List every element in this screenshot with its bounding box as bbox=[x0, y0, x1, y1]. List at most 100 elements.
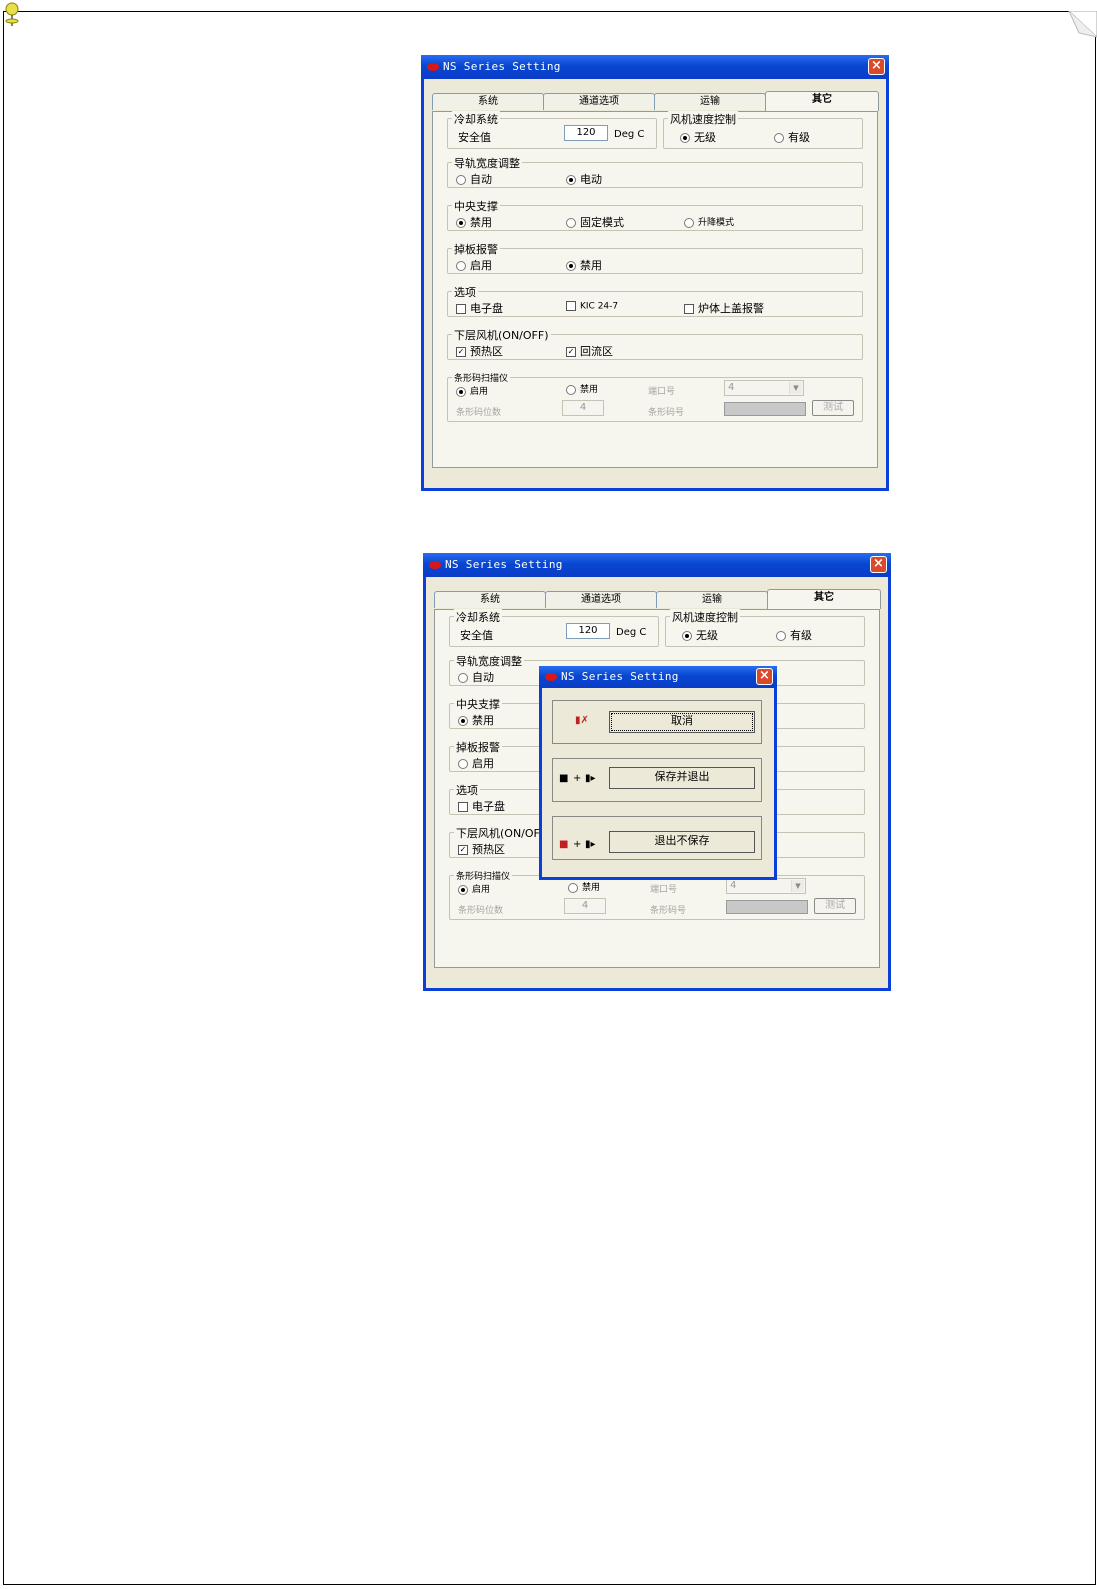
center-disabled-radio[interactable]: 禁用 bbox=[458, 712, 494, 728]
tab-strip: 系统 通道选项 运输 其它 bbox=[432, 91, 879, 111]
digits-input[interactable]: 4 bbox=[562, 400, 604, 416]
tab-transport[interactable]: 运输 bbox=[656, 591, 768, 608]
plus-label: + bbox=[573, 773, 582, 784]
rail-width-title: 导轨宽度调整 bbox=[452, 155, 522, 171]
title-bar[interactable]: NS Series Setting × bbox=[421, 55, 889, 79]
exit-dialog: NS Series Setting × ▮✗ 取消 ■ + ▮▸ 保存并退出 ■… bbox=[539, 666, 777, 880]
close-button[interactable]: × bbox=[868, 58, 885, 75]
close-button[interactable]: × bbox=[870, 556, 887, 573]
rail-electric-radio[interactable]: 电动 bbox=[566, 171, 602, 187]
unit-label: Deg C bbox=[614, 129, 645, 140]
center-lift-radio[interactable]: 升降模式 bbox=[684, 215, 734, 228]
dialog-client: ▮✗ 取消 ■ + ▮▸ 保存并退出 ■ + ▮▸ 退出不保存 bbox=[542, 688, 774, 877]
port-label: 端口号 bbox=[648, 387, 676, 397]
save-exit-button[interactable]: 保存并退出 bbox=[609, 767, 755, 789]
center-fixed-radio[interactable]: 固定模式 bbox=[566, 214, 624, 230]
barcode-enable-radio[interactable]: 启用 bbox=[456, 384, 488, 397]
digits-label: 条形码位数 bbox=[458, 906, 504, 916]
cooling-group: 冷却系统 安全值 120 Deg C bbox=[449, 609, 659, 647]
fan-stepless-radio[interactable]: 无级 bbox=[680, 129, 716, 145]
edisk-checkbox[interactable]: 电子盘 bbox=[458, 798, 505, 814]
tab-channel-options[interactable]: 通道选项 bbox=[545, 591, 657, 608]
exit-nosave-button[interactable]: 退出不保存 bbox=[609, 831, 755, 853]
dropdown-arrow-icon: ▼ bbox=[789, 382, 802, 394]
dropdown-arrow-icon: ▼ bbox=[791, 880, 804, 892]
cooling-title: 冷却系统 bbox=[452, 111, 500, 127]
options-title: 选项 bbox=[454, 782, 480, 798]
fan-stepped-radio[interactable]: 有级 bbox=[776, 627, 812, 643]
center-support-title: 中央支撑 bbox=[452, 198, 500, 214]
lower-fan-group: 下层风机(ON/OFF) ✓ 预热区 ✓ 回流区 bbox=[447, 327, 863, 360]
fan-stepped-radio[interactable]: 有级 bbox=[774, 129, 810, 145]
edisk-checkbox[interactable]: 电子盘 bbox=[456, 300, 503, 316]
lower-fan-title: 下层风机(ON/OF bbox=[454, 825, 542, 841]
page-fold-icon bbox=[1068, 11, 1097, 38]
port-select[interactable]: 4 ▼ bbox=[724, 380, 804, 396]
unit-label: Deg C bbox=[616, 627, 647, 638]
drop-enable-radio[interactable]: 启用 bbox=[456, 257, 492, 273]
center-support-group: 中央支撑 禁用 固定模式 升降模式 bbox=[447, 198, 863, 231]
digits-label: 条形码位数 bbox=[456, 408, 502, 418]
fan-speed-title: 风机速度控制 bbox=[668, 111, 738, 127]
cancel-button[interactable]: 取消 bbox=[609, 711, 755, 733]
fan-speed-group: 风机速度控制 无级 有级 bbox=[663, 111, 863, 149]
app-logo-icon bbox=[545, 673, 557, 681]
options-title: 选项 bbox=[452, 284, 478, 300]
port-label: 端口号 bbox=[650, 885, 678, 895]
fan-speed-title: 风机速度控制 bbox=[670, 609, 740, 625]
preheat-checkbox[interactable]: ✓ 预热区 bbox=[458, 841, 505, 857]
kic-checkbox[interactable]: KIC 24-7 bbox=[566, 301, 618, 312]
safe-value-input[interactable]: 120 bbox=[566, 623, 610, 639]
tab-transport[interactable]: 运输 bbox=[654, 93, 766, 110]
preheat-checkbox[interactable]: ✓ 预热区 bbox=[456, 343, 503, 359]
pushpin-icon bbox=[5, 2, 19, 26]
window-client: 系统 通道选项 运输 其它 冷却系统 安全值 120 Deg C 风机速度控制 … bbox=[424, 79, 886, 488]
digits-input[interactable]: 4 bbox=[564, 898, 606, 914]
tab-channel-options[interactable]: 通道选项 bbox=[543, 93, 655, 110]
app-logo-icon bbox=[427, 63, 439, 71]
tab-system[interactable]: 系统 bbox=[432, 93, 544, 110]
cancel-group: ▮✗ 取消 bbox=[552, 700, 762, 744]
tab-panel-other: 冷却系统 安全值 120 Deg C 风机速度控制 无级 有级 导轨宽度调整 自… bbox=[432, 111, 878, 468]
cooling-title: 冷却系统 bbox=[454, 609, 502, 625]
cover-alarm-checkbox[interactable]: 炉体上盖报警 bbox=[684, 300, 764, 316]
drop-enable-radio[interactable]: 启用 bbox=[458, 755, 494, 771]
fan-stepless-radio[interactable]: 无级 bbox=[682, 627, 718, 643]
test-button[interactable]: 测试 bbox=[812, 400, 854, 416]
safe-value-input[interactable]: 120 bbox=[564, 125, 608, 141]
center-disabled-radio[interactable]: 禁用 bbox=[456, 214, 492, 230]
safe-value-label: 安全值 bbox=[460, 629, 493, 642]
drop-alarm-title: 掉板报警 bbox=[452, 241, 500, 257]
window-title: NS Series Setting bbox=[445, 558, 563, 571]
tab-other[interactable]: 其它 bbox=[767, 589, 881, 609]
no-save-disk-icon: ■ bbox=[559, 839, 569, 850]
rail-auto-radio[interactable]: 自动 bbox=[456, 171, 492, 187]
door-exit-icon: ▮▸ bbox=[585, 839, 596, 850]
barcode-disable-radio[interactable]: 禁用 bbox=[566, 382, 598, 395]
dialog-title-bar[interactable]: NS Series Setting × bbox=[539, 666, 777, 688]
tab-strip: 系统 通道选项 运输 其它 bbox=[434, 589, 881, 609]
barcode-title: 条形码扫描仪 bbox=[454, 869, 513, 882]
barcode-disable-radio[interactable]: 禁用 bbox=[568, 880, 600, 893]
dialog-close-button[interactable]: × bbox=[756, 668, 773, 685]
drop-disable-radio[interactable]: 禁用 bbox=[566, 257, 602, 273]
reflow-checkbox[interactable]: ✓ 回流区 bbox=[566, 343, 613, 359]
barcode-enable-radio[interactable]: 启用 bbox=[458, 882, 490, 895]
plus-label: + bbox=[573, 839, 582, 850]
door-exit-icon: ▮▸ bbox=[585, 773, 596, 784]
port-select[interactable]: 4 ▼ bbox=[726, 878, 806, 894]
app-logo-icon bbox=[429, 561, 441, 569]
drop-alarm-group: 掉板报警 启用 禁用 bbox=[447, 241, 863, 274]
test-button[interactable]: 测试 bbox=[814, 898, 856, 914]
cooling-group: 冷却系统 安全值 120 Deg C bbox=[447, 111, 657, 149]
lower-fan-title: 下层风机(ON/OFF) bbox=[452, 327, 551, 343]
barcode-group: 条形码扫描仪 启用 禁用 端口号 4 ▼ 条形码位数 4 条形码号 测试 bbox=[447, 371, 863, 422]
title-bar[interactable]: NS Series Setting × bbox=[423, 553, 891, 577]
tab-system[interactable]: 系统 bbox=[434, 591, 546, 608]
save-exit-group: ■ + ▮▸ 保存并退出 bbox=[552, 758, 762, 802]
rail-auto-radio[interactable]: 自动 bbox=[458, 669, 494, 685]
exit-nosave-group: ■ + ▮▸ 退出不保存 bbox=[552, 816, 762, 860]
rail-width-title: 导轨宽度调整 bbox=[454, 653, 524, 669]
tab-other[interactable]: 其它 bbox=[765, 91, 879, 111]
window-title: NS Series Setting bbox=[443, 60, 561, 73]
